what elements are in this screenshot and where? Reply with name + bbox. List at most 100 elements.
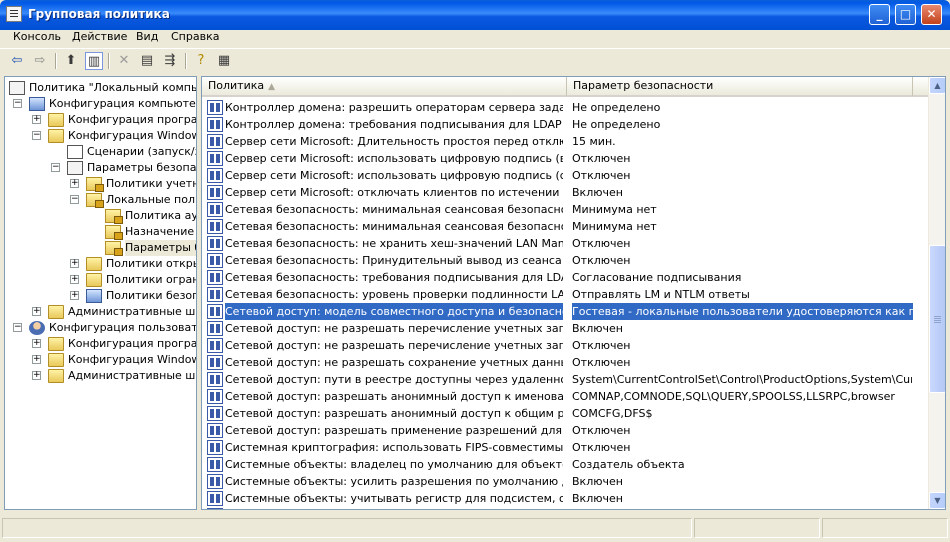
table-row[interactable]: Сетевая безопасность: минимальная сеансо… — [202, 201, 913, 218]
security-setting-cell: Включен — [572, 475, 623, 488]
show-hide-tree-button[interactable]: ▥ — [85, 52, 103, 70]
secure-folder-icon — [86, 193, 104, 208]
security-setting-cell: Отключен — [572, 424, 631, 437]
help-button[interactable]: ? — [192, 52, 210, 70]
collapse-icon[interactable]: − — [70, 195, 79, 204]
collapse-icon[interactable]: − — [51, 163, 60, 172]
policy-setting-icon — [207, 440, 223, 455]
expand-icon[interactable]: + — [32, 307, 41, 316]
expand-icon[interactable]: + — [70, 291, 79, 300]
policy-name-cell: Сетевой доступ: модель совместного досту… — [225, 303, 563, 320]
table-row[interactable]: Сервер сети Microsoft: Длительность прос… — [202, 133, 913, 150]
collapse-icon[interactable]: − — [13, 99, 22, 108]
security-setting-cell: Гостевая - локальные пользователи удосто… — [572, 303, 913, 320]
window-title: Групповая политика — [28, 7, 170, 21]
table-row[interactable]: Сетевой доступ: разрешать анонимный дост… — [202, 405, 913, 422]
policy-setting-icon — [207, 338, 223, 353]
menu-view[interactable]: Вид — [136, 30, 158, 43]
menu-help[interactable]: Справка — [171, 30, 219, 43]
expand-icon[interactable]: + — [32, 371, 41, 380]
vertical-scrollbar[interactable]: ▲ ▼ — [928, 77, 945, 509]
expand-icon[interactable]: + — [70, 259, 79, 268]
table-row[interactable]: Сетевой доступ: не разрешать перечислени… — [202, 337, 913, 354]
security-setting-cell: Отключен — [572, 339, 631, 352]
group-policy-icon — [9, 81, 25, 95]
forward-button[interactable]: ⇨ — [31, 52, 49, 70]
expand-icon[interactable]: + — [70, 275, 79, 284]
expand-icon[interactable]: + — [32, 339, 41, 348]
table-row[interactable]: Сетевая безопасность: минимальная сеансо… — [202, 218, 913, 235]
up-level-button[interactable]: ⬆ — [62, 52, 80, 70]
policy-setting-icon — [207, 355, 223, 370]
title-bar: Групповая политика _ □ ✕ — [0, 0, 950, 30]
menu-action[interactable]: Действие — [72, 30, 127, 43]
policy-setting-icon — [207, 236, 223, 251]
security-setting-cell: COMCFG,DFS$ — [572, 407, 653, 420]
policy-name-cell: Сетевой доступ: не разрешать перечислени… — [225, 339, 563, 352]
table-row[interactable] — [202, 507, 913, 509]
table-row[interactable]: Сетевой доступ: разрешать применение раз… — [202, 422, 913, 439]
ip-security-icon — [86, 289, 102, 303]
policy-setting-icon — [207, 134, 223, 149]
toolbar-separator — [108, 53, 110, 69]
console-tree-button[interactable]: ▦ — [215, 52, 233, 70]
security-setting-cell: Согласование подписывания — [572, 271, 742, 284]
back-button[interactable]: ⇦ — [8, 52, 26, 70]
table-row[interactable]: Сетевой доступ: не разрешать сохранение … — [202, 354, 913, 371]
close-button[interactable]: ✕ — [921, 4, 942, 25]
security-setting-cell: Отключен — [572, 237, 631, 250]
script-icon — [67, 145, 83, 159]
scroll-down-button[interactable]: ▼ — [929, 492, 945, 509]
security-setting-cell: System\CurrentControlSet\Control\Product… — [572, 373, 912, 386]
policy-name-cell: Системные объекты: владелец по умолчанию… — [225, 458, 563, 471]
minimize-button[interactable]: _ — [869, 4, 890, 25]
table-row[interactable]: Сервер сети Microsoft: использовать цифр… — [202, 167, 913, 184]
export-list-button[interactable]: ⇶ — [161, 52, 179, 70]
scroll-up-button[interactable]: ▲ — [929, 77, 945, 94]
properties-icon: ▤ — [140, 53, 154, 68]
status-panel-tertiary — [822, 518, 948, 538]
secure-folder-icon — [86, 177, 104, 192]
maximize-button[interactable]: □ — [895, 4, 916, 25]
table-row[interactable]: Сервер сети Microsoft: использовать цифр… — [202, 150, 913, 167]
policy-name-cell: Сетевая безопасность: Принудительный выв… — [225, 254, 563, 267]
folder-icon — [48, 353, 64, 367]
table-row[interactable]: Контроллер домена: требования подписыван… — [202, 116, 913, 133]
policy-setting-icon — [207, 321, 223, 336]
help-icon: ? — [197, 53, 205, 68]
expand-icon[interactable]: + — [32, 355, 41, 364]
policy-setting-icon — [207, 270, 223, 285]
table-row[interactable]: Системные объекты: усилить разрешения по… — [202, 473, 913, 490]
scroll-thumb[interactable] — [929, 245, 945, 393]
table-row[interactable]: Сетевая безопасность: не хранить хеш-зна… — [202, 235, 913, 252]
table-row[interactable]: Сетевой доступ: пути в реестре доступны … — [202, 371, 913, 388]
table-row[interactable]: Контроллер домена: разрешить операторам … — [202, 99, 913, 116]
policy-setting-icon — [207, 491, 223, 506]
console-tree[interactable]: Политика "Локальный компьютер" − Конфигу… — [4, 76, 197, 510]
security-setting-cell: Включен — [572, 492, 623, 505]
expand-icon[interactable]: + — [32, 115, 41, 124]
delete-button[interactable]: ✕ — [115, 52, 133, 70]
collapse-icon[interactable]: − — [32, 131, 41, 140]
security-setting-cell: Минимума нет — [572, 203, 657, 216]
table-row[interactable]: Системные объекты: учитывать регистр для… — [202, 490, 913, 507]
column-header-security-setting[interactable]: Параметр безопасности — [567, 77, 913, 97]
group-policy-app-icon[interactable] — [6, 6, 22, 22]
table-row[interactable]: Системная криптография: использовать FIP… — [202, 439, 913, 456]
table-row[interactable]: Сервер сети Microsoft: отключать клиенто… — [202, 184, 913, 201]
properties-button[interactable]: ▤ — [138, 52, 156, 70]
table-row[interactable]: Сетевой доступ: разрешать анонимный дост… — [202, 388, 913, 405]
table-row[interactable]: Сетевая безопасность: требования подписы… — [202, 269, 913, 286]
table-row[interactable]: Системные объекты: владелец по умолчанию… — [202, 456, 913, 473]
expand-icon[interactable]: + — [70, 179, 79, 188]
table-row[interactable]: Сетевая безопасность: уровень проверки п… — [202, 286, 913, 303]
table-row[interactable]: Сетевой доступ: модель совместного досту… — [202, 303, 913, 320]
table-row[interactable]: Сетевой доступ: не разрешать перечислени… — [202, 320, 913, 337]
column-header-policy[interactable]: Политика ▲ — [202, 77, 567, 97]
policy-list[interactable]: Политика ▲ Параметр безопасности Контролл… — [201, 76, 946, 510]
policy-setting-icon — [207, 389, 223, 404]
close-icon: ✕ — [926, 7, 937, 21]
table-row[interactable]: Сетевая безопасность: Принудительный выв… — [202, 252, 913, 269]
collapse-icon[interactable]: − — [13, 323, 22, 332]
menu-console[interactable]: Консоль — [13, 30, 61, 43]
